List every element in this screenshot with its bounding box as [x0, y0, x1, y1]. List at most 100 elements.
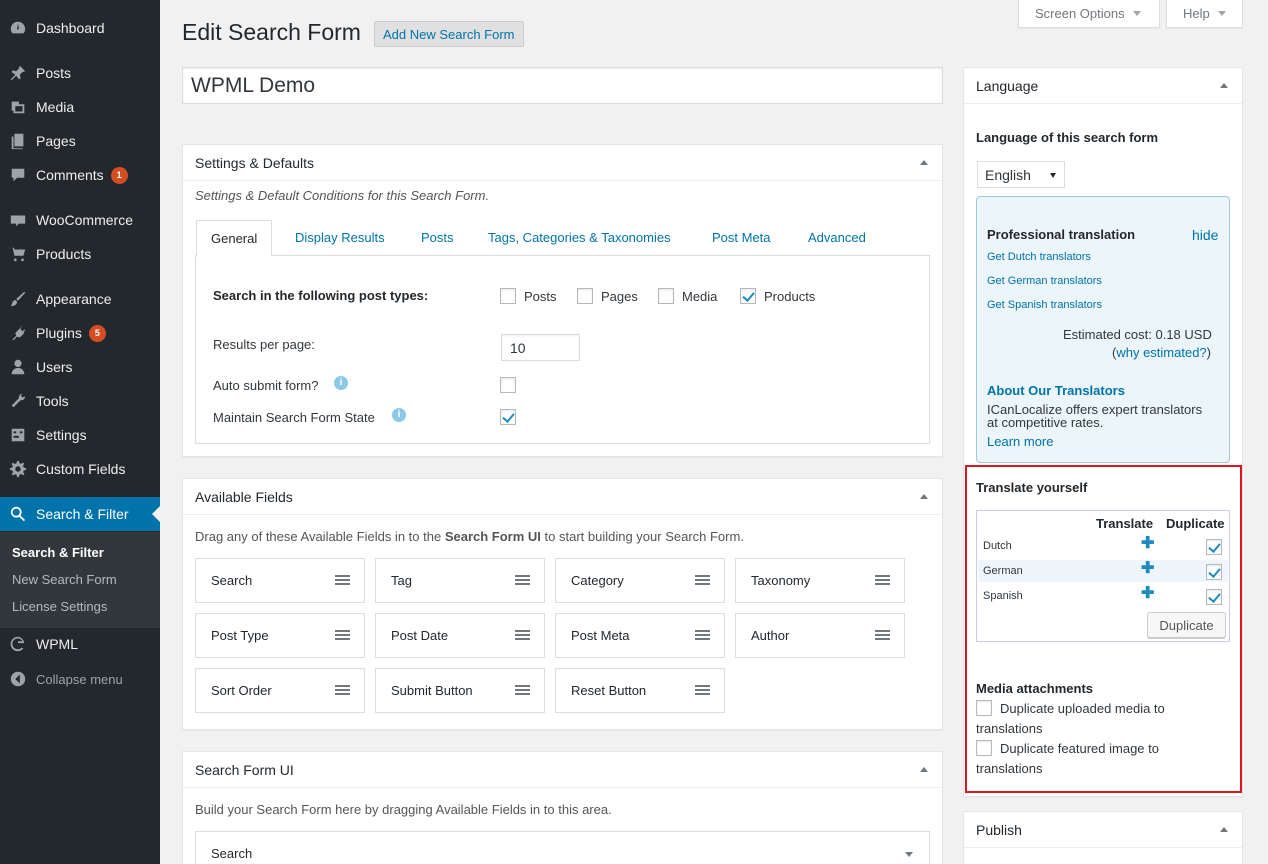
sidebar-item-users[interactable]: Users — [0, 350, 160, 384]
search-form-ui-header[interactable]: Search Form UI — [183, 752, 942, 788]
form-title-input[interactable]: WPML Demo — [182, 67, 943, 104]
sidebar-item-label: Custom Fields — [36, 461, 126, 477]
submenu-license-settings[interactable]: License Settings — [12, 599, 107, 614]
sidebar-item-label: WPML — [36, 636, 78, 652]
about-translators-link[interactable]: About Our Translators — [987, 383, 1125, 398]
media-checkbox[interactable] — [658, 288, 674, 304]
results-per-page-input[interactable]: 10 — [501, 334, 580, 361]
tab-post-meta[interactable]: Post Meta — [712, 230, 771, 245]
drag-handle-icon[interactable] — [515, 630, 530, 640]
settings-defaults-header[interactable]: Settings & Defaults — [183, 145, 942, 181]
sidebar-item-tools[interactable]: Tools — [0, 384, 160, 418]
chevron-down-icon[interactable] — [905, 852, 913, 857]
tab-taxonomies[interactable]: Tags, Categories & Taxonomies — [488, 230, 671, 245]
field-post-type[interactable]: Post Type — [195, 613, 365, 658]
drag-handle-icon[interactable] — [875, 575, 890, 585]
sidebar-item-dashboard[interactable]: Dashboard — [0, 11, 160, 45]
posts-checkbox[interactable] — [500, 288, 516, 304]
pages-checkbox[interactable] — [577, 288, 593, 304]
drag-handle-icon[interactable] — [875, 630, 890, 640]
get-dutch-translators-link[interactable]: Get Dutch translators — [987, 251, 1091, 263]
drag-handle-icon[interactable] — [515, 685, 530, 695]
products-checkbox[interactable] — [740, 288, 756, 304]
current-menu-arrow — [152, 506, 160, 522]
info-icon[interactable]: i — [392, 408, 406, 422]
ui-field-search[interactable]: Search — [195, 831, 930, 864]
field-search[interactable]: Search — [195, 558, 365, 603]
field-reset-button[interactable]: Reset Button — [555, 668, 725, 713]
tab-posts[interactable]: Posts — [421, 230, 454, 245]
why-estimated-link[interactable]: why estimated? — [1116, 345, 1206, 360]
tab-display-results[interactable]: Display Results — [295, 230, 385, 245]
drag-handle-icon[interactable] — [515, 575, 530, 585]
info-icon[interactable]: i — [334, 376, 348, 390]
field-label: Category — [571, 573, 624, 588]
toggle-arrow-icon[interactable] — [920, 494, 928, 499]
dashboard-icon — [8, 19, 28, 37]
field-submit-button[interactable]: Submit Button — [375, 668, 545, 713]
add-new-search-form-button[interactable]: Add New Search Form — [374, 21, 524, 47]
language-header[interactable]: Language — [964, 68, 1242, 104]
toggle-arrow-icon[interactable] — [920, 767, 928, 772]
screen-options-button[interactable]: Screen Options — [1018, 0, 1160, 28]
drag-handle-icon[interactable] — [695, 575, 710, 585]
sidebar-item-label: Products — [36, 246, 92, 262]
sidebar-item-appearance[interactable]: Appearance — [0, 282, 160, 316]
get-german-translators-link[interactable]: Get German translators — [987, 275, 1102, 287]
sidebar-item-wpml[interactable]: WPML — [0, 627, 160, 661]
field-label: Author — [751, 628, 790, 643]
comments-count-badge: 1 — [110, 166, 128, 184]
sidebar-item-search-filter[interactable]: Search & Filter — [0, 497, 160, 531]
maintain-state-label: Maintain Search Form State — [213, 410, 375, 425]
toggle-arrow-icon[interactable] — [1220, 83, 1228, 88]
plug-icon — [8, 324, 28, 342]
tab-general[interactable]: General — [196, 220, 273, 257]
drag-handle-icon[interactable] — [695, 685, 710, 695]
field-post-meta[interactable]: Post Meta — [555, 613, 725, 658]
field-sort-order[interactable]: Sort Order — [195, 668, 365, 713]
get-spanish-translators-link[interactable]: Get Spanish translators — [987, 299, 1102, 311]
sidebar-item-products[interactable]: Products — [0, 237, 160, 271]
field-taxonomy[interactable]: Taxonomy — [735, 558, 905, 603]
auto-submit-checkbox[interactable] — [500, 377, 516, 393]
sidebar-item-settings[interactable]: Settings — [0, 418, 160, 452]
available-fields-header[interactable]: Available Fields — [183, 479, 942, 515]
learn-more-link[interactable]: Learn more — [987, 434, 1053, 449]
sidebar-item-woocommerce[interactable]: WooCommerce — [0, 203, 160, 237]
publish-header[interactable]: Publish — [964, 812, 1242, 848]
toggle-arrow-icon[interactable] — [920, 160, 928, 165]
sidebar-item-pages[interactable]: Pages — [0, 124, 160, 158]
drag-handle-icon[interactable] — [335, 575, 350, 585]
submenu-search-filter[interactable]: Search & Filter — [12, 545, 104, 560]
collapse-menu-button[interactable]: Collapse menu — [0, 662, 160, 696]
field-category[interactable]: Category — [555, 558, 725, 603]
sidebar-item-comments[interactable]: Comments 1 — [0, 158, 160, 192]
submenu-new-search-form[interactable]: New Search Form — [12, 572, 117, 587]
posts-option-label: Posts — [524, 289, 557, 304]
drag-handle-icon[interactable] — [695, 630, 710, 640]
sidebar-item-label: Media — [36, 99, 75, 115]
drag-handle-icon[interactable] — [335, 630, 350, 640]
screen-options-label: Screen Options — [1035, 6, 1125, 21]
sidebar-item-media[interactable]: Media — [0, 90, 160, 124]
language-select[interactable]: English — [977, 161, 1065, 188]
drag-handle-icon[interactable] — [335, 685, 350, 695]
maintain-state-checkbox[interactable] — [500, 409, 516, 425]
sidebar-item-posts[interactable]: Posts — [0, 56, 160, 90]
sidebar-item-label: WooCommerce — [36, 212, 133, 228]
search-filter-submenu: Search & Filter New Search Form License … — [0, 532, 160, 628]
field-tag[interactable]: Tag — [375, 558, 545, 603]
post-types-label: Search in the following post types: — [213, 288, 429, 303]
hide-link[interactable]: hide — [1192, 227, 1218, 243]
field-label: Search — [211, 573, 253, 588]
sidebar-item-custom-fields[interactable]: Custom Fields — [0, 452, 160, 486]
sidebar-item-label: Dashboard — [36, 20, 105, 36]
field-post-date[interactable]: Post Date — [375, 613, 545, 658]
media-icon — [8, 98, 28, 116]
help-button[interactable]: Help — [1166, 0, 1243, 28]
field-author[interactable]: Author — [735, 613, 905, 658]
toggle-arrow-icon[interactable] — [1220, 827, 1228, 832]
desc-text: Drag any of these Available Fields in to… — [195, 529, 445, 544]
sidebar-item-plugins[interactable]: Plugins 5 — [0, 316, 160, 350]
tab-advanced[interactable]: Advanced — [808, 230, 866, 245]
